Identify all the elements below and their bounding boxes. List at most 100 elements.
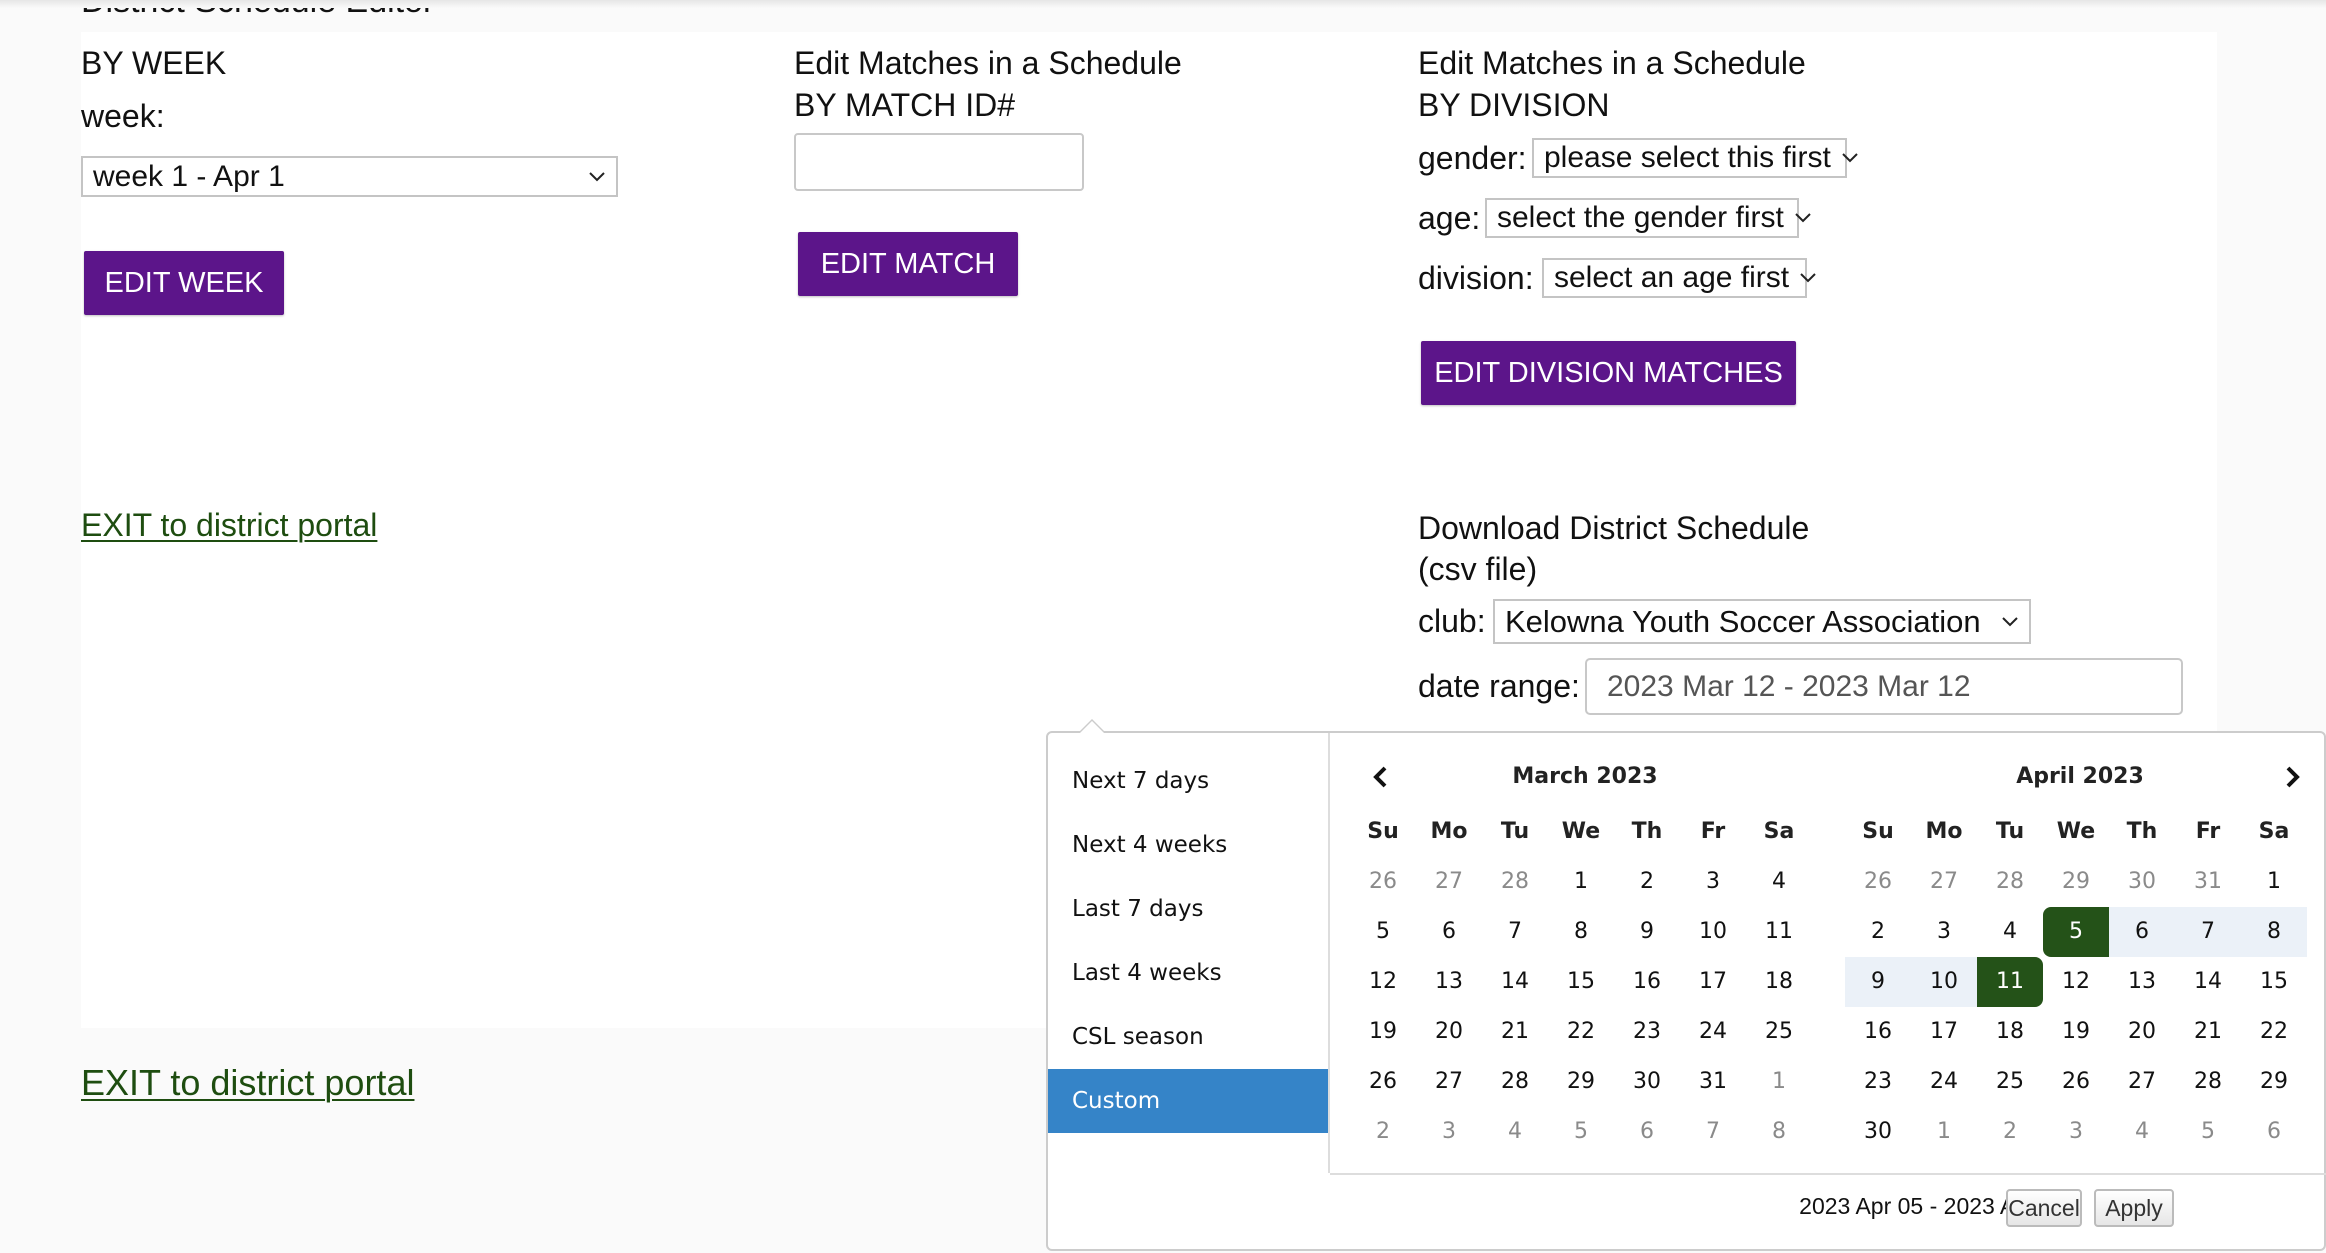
- day-cell[interactable]: 8: [1548, 907, 1614, 957]
- day-cell[interactable]: 6: [2109, 907, 2175, 957]
- date-range-input[interactable]: 2023 Mar 12 - 2023 Mar 12: [1585, 658, 2183, 715]
- day-cell[interactable]: 22: [2241, 1007, 2307, 1057]
- day-cell[interactable]: 26: [1350, 1057, 1416, 1107]
- day-cell[interactable]: 1: [1911, 1107, 1977, 1157]
- range-option[interactable]: CSL season: [1048, 1005, 1328, 1069]
- day-cell[interactable]: 22: [1548, 1007, 1614, 1057]
- day-cell[interactable]: 29: [1548, 1057, 1614, 1107]
- day-cell[interactable]: 30: [2109, 857, 2175, 907]
- day-cell[interactable]: 17: [1911, 1007, 1977, 1057]
- day-cell[interactable]: 30: [1614, 1057, 1680, 1107]
- day-cell[interactable]: 5: [1350, 907, 1416, 957]
- range-option[interactable]: Next 7 days: [1048, 749, 1328, 813]
- day-cell[interactable]: 27: [2109, 1057, 2175, 1107]
- day-cell[interactable]: 26: [1845, 857, 1911, 907]
- day-cell[interactable]: 20: [2109, 1007, 2175, 1057]
- day-cell[interactable]: 29: [2241, 1057, 2307, 1107]
- day-cell[interactable]: 10: [1680, 907, 1746, 957]
- edit-week-button[interactable]: EDIT WEEK: [84, 251, 284, 315]
- exit-to-portal-link-top[interactable]: EXIT to district portal: [81, 507, 377, 544]
- day-cell[interactable]: 2: [1350, 1107, 1416, 1157]
- day-cell[interactable]: 12: [2043, 957, 2109, 1007]
- day-cell[interactable]: 27: [1416, 1057, 1482, 1107]
- day-cell[interactable]: 14: [2175, 957, 2241, 1007]
- day-cell[interactable]: 9: [1845, 957, 1911, 1007]
- day-cell[interactable]: 7: [2175, 907, 2241, 957]
- day-cell[interactable]: 16: [1845, 1007, 1911, 1057]
- apply-button[interactable]: Apply: [2094, 1189, 2174, 1227]
- day-cell[interactable]: 18: [1746, 957, 1812, 1007]
- day-cell[interactable]: 19: [1350, 1007, 1416, 1057]
- day-cell[interactable]: 18: [1977, 1007, 2043, 1057]
- day-cell[interactable]: 26: [1350, 857, 1416, 907]
- day-cell[interactable]: 9: [1614, 907, 1680, 957]
- day-cell[interactable]: 3: [2043, 1107, 2109, 1157]
- day-cell[interactable]: 3: [1911, 907, 1977, 957]
- chevron-right-icon[interactable]: [2279, 763, 2307, 791]
- day-cell[interactable]: 4: [2109, 1107, 2175, 1157]
- day-cell[interactable]: 7: [1680, 1107, 1746, 1157]
- day-cell[interactable]: 16: [1614, 957, 1680, 1007]
- gender-select[interactable]: please select this first: [1532, 138, 1858, 178]
- day-cell[interactable]: 4: [1746, 857, 1812, 907]
- exit-to-portal-link-bottom[interactable]: EXIT to district portal: [81, 1062, 414, 1104]
- day-cell[interactable]: 13: [1416, 957, 1482, 1007]
- day-cell-range-end[interactable]: 11: [1977, 957, 2043, 1007]
- day-cell[interactable]: 11: [1746, 907, 1812, 957]
- day-cell[interactable]: 27: [1911, 857, 1977, 907]
- day-cell[interactable]: 1: [1746, 1057, 1812, 1107]
- day-cell[interactable]: 2: [1614, 857, 1680, 907]
- age-select[interactable]: select the gender first: [1485, 198, 1811, 238]
- day-cell[interactable]: 13: [2109, 957, 2175, 1007]
- day-cell[interactable]: 29: [2043, 857, 2109, 907]
- day-cell[interactable]: 26: [2043, 1057, 2109, 1107]
- day-cell[interactable]: 20: [1416, 1007, 1482, 1057]
- day-cell[interactable]: 1: [1548, 857, 1614, 907]
- day-cell[interactable]: 28: [1482, 857, 1548, 907]
- day-cell[interactable]: 24: [1680, 1007, 1746, 1057]
- day-cell[interactable]: 15: [1548, 957, 1614, 1007]
- day-cell[interactable]: 4: [1977, 907, 2043, 957]
- day-cell[interactable]: 25: [1977, 1057, 2043, 1107]
- day-cell[interactable]: 5: [2175, 1107, 2241, 1157]
- range-option[interactable]: Next 4 weeks: [1048, 813, 1328, 877]
- day-cell[interactable]: 30: [1845, 1107, 1911, 1157]
- day-cell[interactable]: 23: [1845, 1057, 1911, 1107]
- day-cell[interactable]: 31: [2175, 857, 2241, 907]
- day-cell[interactable]: 23: [1614, 1007, 1680, 1057]
- edit-match-button[interactable]: EDIT MATCH: [798, 232, 1018, 296]
- day-cell[interactable]: 10: [1911, 957, 1977, 1007]
- day-cell[interactable]: 6: [2241, 1107, 2307, 1157]
- day-cell[interactable]: 8: [2241, 907, 2307, 957]
- day-cell[interactable]: 17: [1680, 957, 1746, 1007]
- club-select[interactable]: Kelowna Youth Soccer Association: [1493, 599, 2031, 644]
- day-cell[interactable]: 3: [1680, 857, 1746, 907]
- range-option[interactable]: Last 7 days: [1048, 877, 1328, 941]
- day-cell[interactable]: 14: [1482, 957, 1548, 1007]
- day-cell[interactable]: 4: [1482, 1107, 1548, 1157]
- day-cell[interactable]: 12: [1350, 957, 1416, 1007]
- day-cell[interactable]: 27: [1416, 857, 1482, 907]
- day-cell-range-start[interactable]: 5: [2043, 907, 2109, 957]
- edit-division-matches-button[interactable]: EDIT DIVISION MATCHES: [1421, 341, 1796, 405]
- day-cell[interactable]: 19: [2043, 1007, 2109, 1057]
- day-cell[interactable]: 7: [1482, 907, 1548, 957]
- day-cell[interactable]: 8: [1746, 1107, 1812, 1157]
- day-cell[interactable]: 28: [1977, 857, 2043, 907]
- division-select[interactable]: select an age first: [1542, 258, 1816, 298]
- day-cell[interactable]: 2: [1977, 1107, 2043, 1157]
- day-cell[interactable]: 24: [1911, 1057, 1977, 1107]
- day-cell[interactable]: 6: [1614, 1107, 1680, 1157]
- day-cell[interactable]: 21: [2175, 1007, 2241, 1057]
- day-cell[interactable]: 21: [1482, 1007, 1548, 1057]
- day-cell[interactable]: 6: [1416, 907, 1482, 957]
- day-cell[interactable]: 31: [1680, 1057, 1746, 1107]
- day-cell[interactable]: 3: [1416, 1107, 1482, 1157]
- day-cell[interactable]: 28: [2175, 1057, 2241, 1107]
- day-cell[interactable]: 1: [2241, 857, 2307, 907]
- week-select[interactable]: week 1 - Apr 1: [81, 156, 618, 197]
- range-option[interactable]: Custom: [1048, 1069, 1328, 1133]
- day-cell[interactable]: 15: [2241, 957, 2307, 1007]
- day-cell[interactable]: 28: [1482, 1057, 1548, 1107]
- range-option[interactable]: Last 4 weeks: [1048, 941, 1328, 1005]
